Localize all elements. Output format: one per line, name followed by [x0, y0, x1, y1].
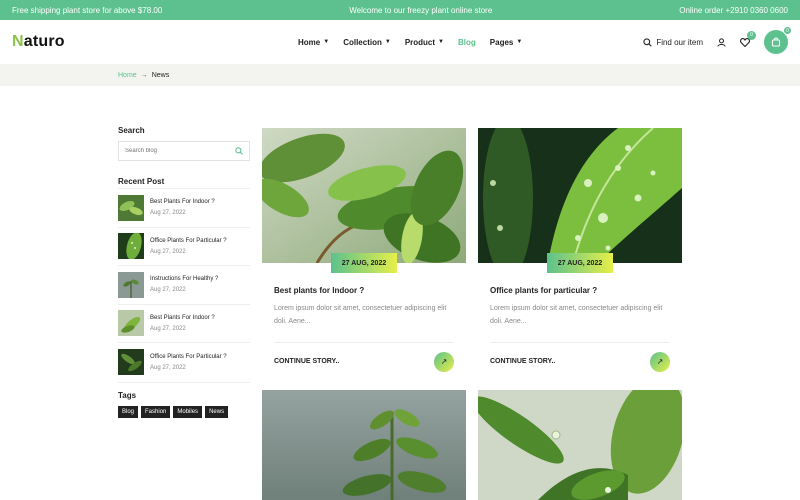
- post-thumbnail: [118, 271, 144, 298]
- arrow-up-right-icon[interactable]: ↗: [650, 351, 670, 372]
- post-date: Aug 27, 2022: [150, 248, 186, 255]
- search-input[interactable]: [125, 148, 225, 154]
- nav-label: Blog: [458, 37, 476, 47]
- chevron-down-icon: ▼: [438, 39, 444, 45]
- nav-label: Home: [298, 37, 321, 47]
- list-item[interactable]: Office Plants For Particular ? Aug 27, 20…: [118, 343, 250, 382]
- blog-card-body: Best plants for Indoor ? Lorem ipsum dol…: [262, 286, 466, 380]
- user-icon: [717, 37, 726, 47]
- recent-post-heading: Recent Post: [118, 177, 165, 186]
- search-icon: [643, 37, 652, 47]
- tag-news[interactable]: News: [205, 405, 229, 418]
- nav-label: Pages: [489, 37, 514, 47]
- arrow-up-right-icon[interactable]: ↗: [434, 351, 454, 372]
- post-title: Best Plants For Indoor ?: [150, 314, 215, 321]
- tag-list: Blog Fashion Mobiles News: [118, 405, 250, 418]
- chevron-down-icon: ▼: [516, 39, 523, 45]
- wishlist-button[interactable]: 0: [740, 30, 756, 47]
- breadcrumb: Home → News: [0, 64, 800, 86]
- post-title: Office Plants For Particular ?: [150, 353, 227, 360]
- blog-card-image[interactable]: [478, 390, 682, 500]
- tags-heading: Tags: [118, 390, 137, 400]
- blog-card-excerpt: Lorem ipsum dolor sit amet, consectetuer…: [490, 305, 663, 325]
- header-actions: Find our item 0 0: [643, 20, 792, 64]
- continue-story-link[interactable]: CONTINUE STORY..: [274, 358, 339, 365]
- post-thumbnail: [118, 349, 144, 376]
- list-item[interactable]: Instructions For Healthy ? Aug 27, 2022: [118, 266, 250, 305]
- tag-fashion[interactable]: Fashion: [141, 405, 171, 418]
- post-thumbnail: [118, 310, 144, 337]
- order-phone: Online order +2910 0360 0600: [679, 5, 788, 15]
- post-title: Instructions For Healthy ?: [150, 276, 219, 283]
- post-date: Aug 27, 2022: [150, 287, 186, 294]
- post-title: Best Plants For Indoor ?: [150, 199, 215, 206]
- site-logo[interactable]: Naturo: [12, 33, 65, 51]
- blog-card-body: Office plants for particular ? Lorem ips…: [478, 286, 682, 380]
- list-item[interactable]: Office Plants For Particular ? Aug 27, 20…: [118, 228, 250, 266]
- post-date: Aug 27, 2022: [150, 325, 186, 332]
- site-header: Naturo Home ▼ Collection ▼ Product ▼ Blo…: [0, 20, 800, 64]
- shopping-bag-icon: [771, 37, 781, 47]
- post-thumbnail: [118, 194, 144, 221]
- list-item[interactable]: Best Plants For Indoor ? Aug 27, 2022: [118, 305, 250, 343]
- logo-initial: N: [12, 33, 24, 50]
- blog-card-image[interactable]: 27 AUG, 2022: [255, 128, 466, 273]
- continue-story-link[interactable]: CONTINUE STORY..: [490, 358, 555, 365]
- find-item-button[interactable]: Find our item: [643, 38, 703, 47]
- dewy-leaf-image: [478, 118, 682, 278]
- nav-label: Product: [404, 37, 436, 47]
- blog-card-title[interactable]: Office plants for particular ?: [490, 286, 670, 295]
- arrow-right-icon: →: [140, 71, 148, 79]
- list-item[interactable]: Best Plants For Indoor ? Aug 27, 2022: [118, 189, 250, 228]
- post-thumbnail: [118, 233, 144, 260]
- tag-mobiles[interactable]: Mobiles: [173, 405, 203, 418]
- nav-item-blog[interactable]: Blog: [458, 38, 476, 47]
- cart-button[interactable]: 0: [764, 26, 792, 54]
- plant-sprout-image: [262, 390, 466, 500]
- post-date: Aug 27, 2022: [150, 364, 186, 371]
- breadcrumb-home-link[interactable]: Home: [118, 72, 137, 79]
- blog-card-footer: CONTINUE STORY.. ↗: [490, 342, 670, 380]
- blog-card: [262, 390, 466, 500]
- blog-card-footer: CONTINUE STORY.. ↗: [274, 342, 454, 380]
- recent-post-list: Best Plants For Indoor ? Aug 27, 2022 Off…: [118, 188, 250, 382]
- chevron-down-icon: ▼: [323, 39, 330, 45]
- post-title: Office Plants For Particular ?: [150, 237, 227, 244]
- logo-text: aturo: [23, 33, 65, 50]
- blog-card-image[interactable]: [262, 390, 466, 500]
- main-nav: Home ▼ Collection ▼ Product ▼ Blog Pages…: [298, 20, 536, 64]
- leaf-droplet-image: [478, 390, 682, 500]
- blog-card-title[interactable]: Best plants for Indoor ?: [274, 286, 454, 295]
- nav-item-pages[interactable]: Pages ▼: [490, 38, 523, 47]
- cart-count-badge: 0: [783, 26, 792, 35]
- search-box: [118, 141, 250, 161]
- blog-card: [478, 390, 682, 500]
- nav-item-home[interactable]: Home ▼: [298, 38, 329, 47]
- chevron-down-icon: ▼: [384, 39, 391, 45]
- blog-card: 27 AUG, 2022 Best plants for Indoor ? Lo…: [255, 128, 466, 380]
- post-date-badge: 27 AUG, 2022: [547, 253, 613, 273]
- breadcrumb-current: News: [151, 71, 170, 79]
- welcome-message: Welcome to our freezy plant online store: [349, 5, 493, 15]
- nav-item-product[interactable]: Product ▼: [405, 38, 444, 47]
- tags-section: Tags Blog Fashion Mobiles News: [118, 381, 250, 418]
- plant-leaves-image: [255, 128, 466, 264]
- post-date: Aug 27, 2022: [150, 210, 186, 217]
- blog-card: 27 AUG, 2022 Office plants for particula…: [478, 118, 682, 380]
- search-heading: Search: [118, 126, 145, 135]
- tag-blog[interactable]: Blog: [118, 405, 139, 418]
- top-announcement-bar: Free shipping plant store for above $78.…: [0, 0, 800, 20]
- blog-sidebar: Search Recent Post Best Plants For Indoo…: [118, 126, 250, 418]
- blog-card-excerpt: Lorem ipsum dolor sit amet, consectetuer…: [274, 305, 447, 325]
- blog-card-image[interactable]: 27 AUG, 2022: [478, 118, 682, 278]
- shipping-notice: Free shipping plant store for above $78.…: [12, 5, 163, 15]
- search-icon[interactable]: [235, 147, 243, 155]
- account-button[interactable]: [717, 37, 726, 47]
- nav-label: Collection: [343, 37, 382, 47]
- nav-item-collection[interactable]: Collection ▼: [343, 38, 391, 47]
- wishlist-count-badge: 0: [747, 30, 756, 40]
- post-date-badge: 27 AUG, 2022: [331, 253, 397, 273]
- find-item-label: Find our item: [656, 37, 703, 47]
